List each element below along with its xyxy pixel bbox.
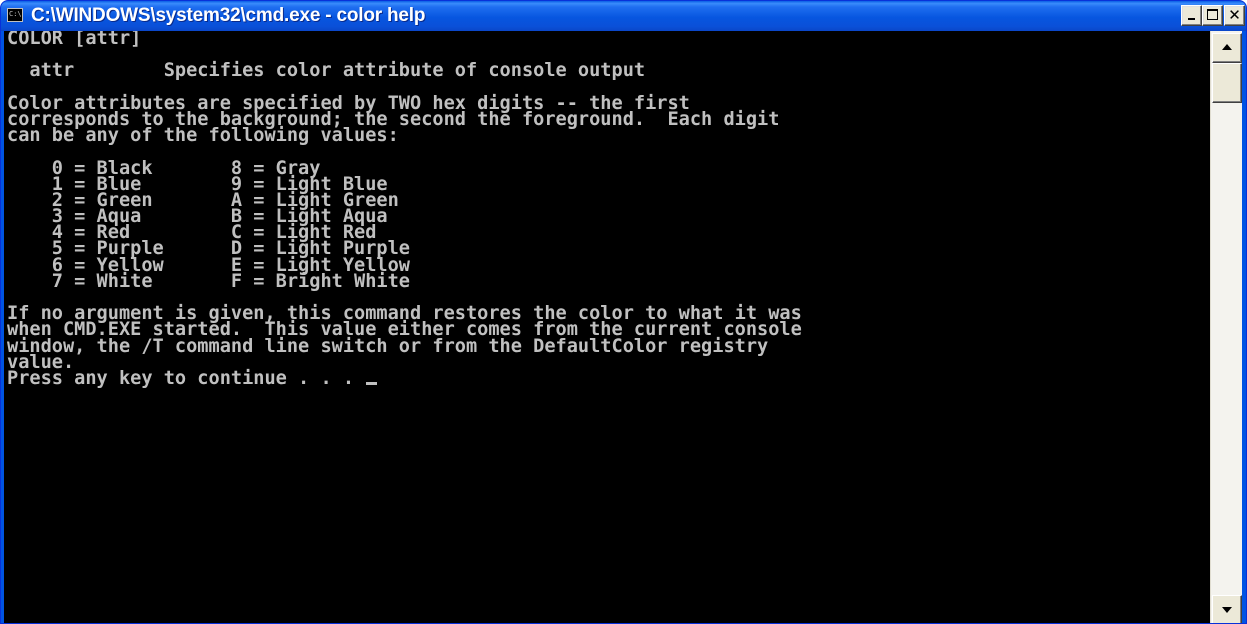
arrow-down-icon [1222,607,1232,613]
title-bar[interactable]: C:\ C:\WINDOWS\system32\cmd.exe - color … [1,1,1246,31]
console-text: COLOR [attr] attr Specifies color attrib… [4,31,1210,389]
console-line: window, the /T command line switch or fr… [7,335,769,357]
maximize-icon [1207,9,1218,20]
cmd-icon[interactable]: C:\ [7,8,23,22]
console-output[interactable]: COLOR [attr] attr Specifies color attrib… [4,31,1210,623]
console-line: COLOR [attr] [7,31,142,49]
close-button[interactable]: ✕ [1224,5,1245,26]
scroll-up-button[interactable] [1212,33,1242,63]
console-line: attr Specifies color attribute of consol… [7,60,646,82]
arrow-up-icon [1222,44,1232,50]
window-title: C:\WINDOWS\system32\cmd.exe - color help [31,5,426,26]
prompt-text: Press any key to continue . . . [7,367,366,389]
window-frame-right [1242,31,1246,623]
minimize-icon [1188,18,1195,20]
scrollbar-thumb[interactable] [1212,63,1242,103]
scroll-down-button[interactable] [1212,595,1242,623]
console-line: 7 = White F = Bright White [7,270,410,292]
close-icon: ✕ [1228,6,1241,24]
vertical-scrollbar[interactable] [1210,31,1242,623]
maximize-button[interactable] [1202,5,1223,26]
prompt-line: Press any key to continue . . . [7,367,1210,389]
console-line: can be any of the following values: [7,125,399,147]
cmd-window: C:\ C:\WINDOWS\system32\cmd.exe - color … [0,0,1247,624]
text-cursor [366,381,378,385]
minimize-button[interactable] [1181,5,1202,26]
